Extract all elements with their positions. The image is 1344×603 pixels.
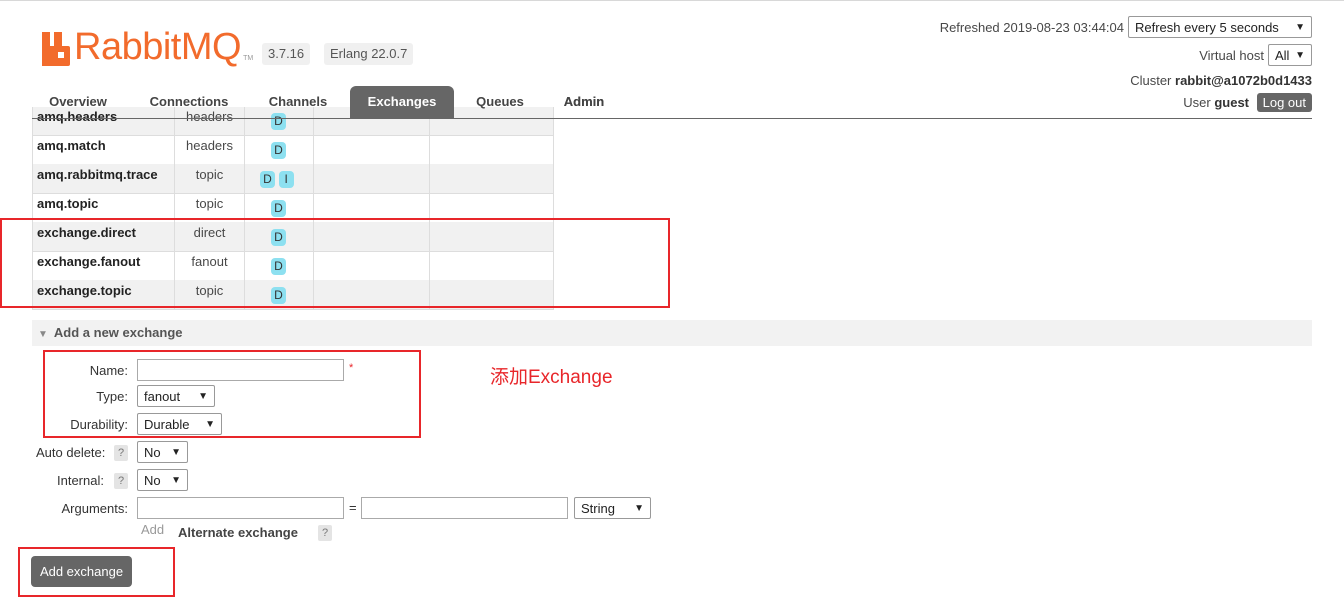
name-input[interactable]	[137, 359, 344, 381]
cluster-name: rabbit@a1072b0d1433	[1175, 73, 1312, 88]
cluster-label: Cluster	[1130, 73, 1172, 88]
name-label: Name:	[89, 363, 128, 378]
refreshed-timestamp: Refreshed 2019-08-23 03:44:04	[939, 20, 1124, 35]
arguments-equals: =	[349, 500, 357, 515]
type-select[interactable]: fanout ▼	[137, 385, 215, 407]
annotation-add-exchange: 添加Exchange	[490, 367, 613, 388]
user-label: User	[1183, 95, 1211, 110]
durability-select[interactable]: Durable ▼	[137, 413, 222, 435]
exchange-rate-out	[429, 135, 554, 164]
table-row[interactable]: amq.rabbitmq.trace topic D I	[32, 164, 554, 194]
tab-overview-label[interactable]: Overview	[32, 86, 124, 118]
arguments-label: Arguments:	[61, 501, 128, 516]
chevron-down-icon: ▼	[1295, 22, 1305, 33]
logo-trademark: TM	[243, 55, 254, 62]
argument-type-select[interactable]: String ▼	[574, 497, 651, 519]
chevron-down-icon: ▼	[171, 447, 181, 458]
internal-select[interactable]: No ▼	[137, 469, 188, 491]
argument-value-input[interactable]	[361, 497, 568, 519]
rabbitmq-logo-icon	[42, 32, 70, 66]
exchange-type: headers	[174, 135, 244, 164]
exchange-rate-in	[313, 164, 429, 193]
version-badge: 3.7.16	[262, 43, 311, 65]
add-argument-link[interactable]: Add	[141, 522, 164, 537]
auto-delete-label: Auto delete:	[36, 445, 106, 460]
alternate-exchange-help-icon[interactable]: ?	[318, 525, 332, 541]
internal-label: Internal:	[57, 473, 104, 488]
chevron-down-icon: ▼	[1295, 50, 1305, 61]
exchange-type: topic	[174, 164, 244, 193]
exchange-name[interactable]: amq.match	[32, 135, 174, 164]
collapse-triangle-icon: ▼	[38, 329, 48, 340]
internal-badge: I	[278, 171, 294, 188]
add-exchange-section-header[interactable]: ▼ Add a new exchange	[32, 320, 1312, 346]
table-row[interactable]: amq.match headers D	[32, 135, 554, 165]
exchange-rate-out	[429, 164, 554, 193]
auto-delete-value: No	[144, 445, 161, 460]
alternate-exchange-link[interactable]: Alternate exchange	[178, 525, 298, 540]
durable-badge: D	[271, 200, 286, 217]
user-info: User guest	[1183, 95, 1249, 110]
virtual-host-select[interactable]: All ▼	[1268, 44, 1312, 66]
argument-type-value: String	[581, 501, 615, 516]
exchange-features: D	[244, 135, 313, 164]
erlang-version-badge: Erlang 22.0.7	[324, 43, 414, 65]
highlight-box-exchanges	[0, 218, 670, 308]
required-mark: *	[349, 362, 354, 374]
tab-queues-label[interactable]: Queues	[462, 86, 538, 118]
chevron-down-icon: ▼	[634, 503, 644, 514]
auto-delete-help-icon[interactable]: ?	[114, 445, 128, 461]
highlight-box-button	[18, 547, 175, 597]
argument-key-input[interactable]	[137, 497, 344, 519]
durability-label: Durability:	[70, 417, 128, 432]
logo-text: RabbitMQ	[74, 26, 242, 68]
tab-channels-label[interactable]: Channels	[254, 86, 342, 118]
internal-value: No	[144, 473, 161, 488]
type-select-value: fanout	[144, 389, 181, 404]
chevron-down-icon: ▼	[171, 475, 181, 486]
tabs-underline	[32, 118, 1312, 119]
tab-connections-label[interactable]: Connections	[132, 86, 246, 118]
durable-badge: D	[271, 142, 286, 159]
refresh-interval-value: Refresh every 5 seconds	[1135, 20, 1279, 35]
auto-delete-select[interactable]: No ▼	[137, 441, 188, 463]
refresh-interval-select[interactable]: Refresh every 5 seconds ▼	[1128, 16, 1312, 38]
user-name: guest	[1214, 95, 1249, 110]
tab-admin-label[interactable]: Admin	[548, 86, 620, 118]
durable-badge: D	[260, 171, 275, 188]
virtual-host-value: All	[1275, 48, 1290, 63]
exchange-rate-in	[313, 135, 429, 164]
virtual-host-label: Virtual host	[1199, 48, 1264, 63]
cluster-info: Cluster rabbit@a1072b0d1433	[1130, 73, 1312, 88]
chevron-down-icon: ▼	[198, 391, 208, 402]
exchange-name[interactable]: amq.rabbitmq.trace	[32, 164, 174, 193]
rabbitmq-logo[interactable]: RabbitMQ TM	[42, 26, 253, 66]
section-title: Add a new exchange	[53, 325, 183, 340]
logout-button[interactable]: Log out	[1256, 93, 1312, 112]
top-border	[0, 0, 1344, 1]
exchange-features: D I	[244, 164, 313, 193]
durability-select-value: Durable	[144, 417, 190, 432]
tab-exchanges-label[interactable]: Exchanges	[350, 86, 454, 118]
internal-help-icon[interactable]: ?	[114, 473, 128, 489]
type-label: Type:	[96, 389, 128, 404]
chevron-down-icon: ▼	[205, 419, 215, 430]
